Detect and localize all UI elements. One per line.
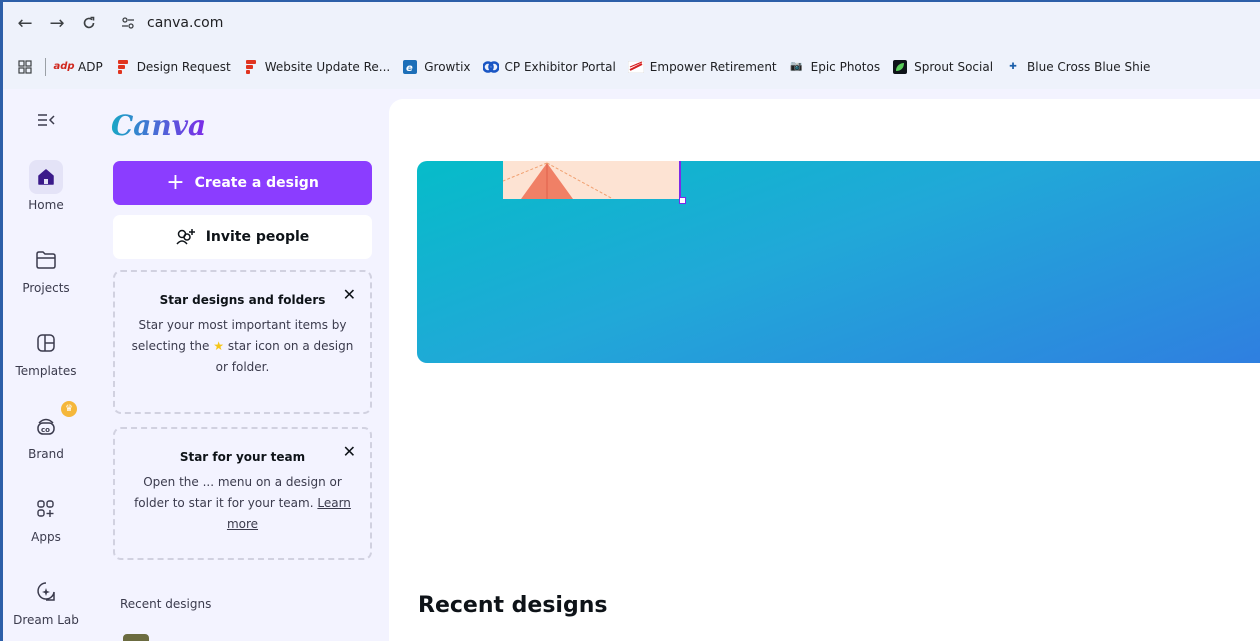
collapse-sidebar-button[interactable] [3, 103, 89, 137]
bookmark-cp-exhibitor-portal[interactable]: CP Exhibitor Portal [482, 59, 616, 74]
invite-people-label: Invite people [205, 229, 310, 245]
camera-icon: 📷 [790, 61, 803, 72]
rail-label: Home [28, 198, 64, 212]
card-text: Star your most important items by [138, 318, 347, 332]
star-designs-card: ✕ Star designs and folders Star your mos… [113, 270, 372, 414]
browser-window: ← → canva.com adp ADP Design Request Web… [0, 0, 1260, 641]
site-settings-icon[interactable] [117, 12, 139, 34]
apps-icon [29, 492, 63, 526]
bookmark-label: Design Request [136, 59, 231, 74]
card-text-part: star icon on a design [227, 339, 354, 353]
rail-label: Dream Lab [13, 613, 79, 627]
bookmark-label: ADP [78, 59, 103, 74]
rail-label: Templates [15, 364, 77, 378]
left-rail: Home Projects Templates co ♛ Brand Apps … [3, 89, 93, 641]
recent-design-thumbnail[interactable] [123, 634, 149, 641]
bookmark-growtix[interactable]: e Growtix [402, 59, 471, 74]
form-icon [243, 59, 259, 74]
card-text: Open the ... menu on a design or [143, 475, 342, 489]
card-text: folder to star it for your team. Learn [125, 493, 360, 514]
side-panel: Canva + Create a design Invite people ✕ … [93, 89, 389, 641]
recent-designs-title: Recent designs [418, 593, 608, 618]
bookmark-empower-retirement[interactable]: Empower Retirement [627, 59, 777, 74]
crown-icon: ♛ [61, 401, 77, 417]
rail-item-dream-lab[interactable]: Dream Lab [3, 575, 89, 627]
bcbs-icon: ✚ [1009, 61, 1017, 72]
folder-icon [29, 243, 63, 277]
svg-text:e: e [406, 63, 413, 74]
rail-item-projects[interactable]: Projects [3, 243, 89, 295]
create-design-button[interactable]: + Create a design [113, 161, 372, 205]
address-field[interactable]: canva.com [147, 15, 223, 31]
card-text: selecting the ★ star icon on a design [125, 336, 360, 357]
rail-label: Apps [31, 530, 61, 544]
create-design-label: Create a design [194, 175, 319, 191]
bookmarks-divider [45, 57, 46, 76]
svg-text:co: co [41, 426, 50, 434]
card-title: Star designs and folders [159, 293, 326, 307]
rail-label: Brand [28, 447, 64, 461]
rail-item-home[interactable]: Home [3, 160, 89, 212]
plus-icon: + [166, 169, 185, 195]
reload-icon[interactable] [73, 7, 105, 39]
empower-icon [627, 60, 644, 74]
sprout-icon [892, 59, 908, 74]
bookmark-label: Empower Retirement [649, 59, 777, 74]
recent-designs-heading: Recent designs [120, 597, 212, 611]
form-icon [115, 59, 131, 74]
bookmark-label: Growtix [424, 59, 471, 74]
card-text-part: folder to star it for your team. [134, 496, 314, 510]
card-text-part: selecting the [131, 339, 210, 353]
back-icon[interactable]: ← [9, 7, 41, 39]
dream-lab-icon [29, 575, 63, 609]
bookmark-label: Epic Photos [810, 59, 881, 74]
bookmark-label: Website Update Re... [264, 59, 391, 74]
brand-icon: co [29, 409, 63, 443]
learn-more-link[interactable]: Learn [317, 496, 351, 510]
bookmark-website-update[interactable]: Website Update Re... [243, 59, 391, 74]
rail-item-brand[interactable]: co ♛ Brand [3, 401, 89, 461]
canva-logo[interactable]: Canva [111, 109, 206, 142]
bookmark-adp[interactable]: adp ADP [53, 59, 103, 74]
bookmarks-bar: adp ADP Design Request Website Update Re… [3, 44, 1260, 89]
invite-people-button[interactable]: Invite people [113, 215, 372, 259]
bookmark-label: Blue Cross Blue Shie [1027, 59, 1151, 74]
url-bar: ← → canva.com [3, 2, 1260, 44]
templates-icon [29, 326, 63, 360]
resize-handle[interactable] [679, 197, 686, 204]
hero-banner [417, 161, 1260, 363]
home-icon [29, 160, 63, 194]
apps-grid-icon[interactable] [15, 57, 35, 77]
bookmark-sprout-social[interactable]: Sprout Social [892, 59, 994, 74]
banner-image[interactable] [502, 161, 681, 200]
bookmark-design-request[interactable]: Design Request [115, 59, 231, 74]
growtix-icon: e [402, 59, 418, 74]
adp-icon: adp [53, 61, 75, 72]
close-icon[interactable]: ✕ [343, 441, 356, 462]
star-icon: ★ [213, 339, 224, 353]
cp-icon [482, 60, 499, 74]
collapse-sidebar-icon [29, 103, 63, 137]
card-text: or folder. [215, 360, 270, 374]
star-for-team-card: ✕ Star for your team Open the ... menu o… [113, 427, 372, 560]
bookmark-epic-photos[interactable]: 📷 Epic Photos [789, 60, 880, 74]
bookmark-label: CP Exhibitor Portal [504, 59, 616, 74]
rail-label: Projects [22, 281, 70, 295]
rail-item-templates[interactable]: Templates [3, 326, 89, 378]
close-icon[interactable]: ✕ [343, 284, 356, 305]
bookmark-label: Sprout Social [914, 59, 994, 74]
rail-item-apps[interactable]: Apps [3, 492, 89, 544]
learn-more-link[interactable]: more [227, 517, 258, 531]
add-people-icon [176, 228, 196, 246]
bookmark-blue-cross[interactable]: ✚ Blue Cross Blue Shie [1005, 60, 1150, 74]
forward-icon[interactable]: → [41, 7, 73, 39]
card-title: Star for your team [179, 450, 306, 464]
main-content: Recent designs [389, 99, 1260, 641]
